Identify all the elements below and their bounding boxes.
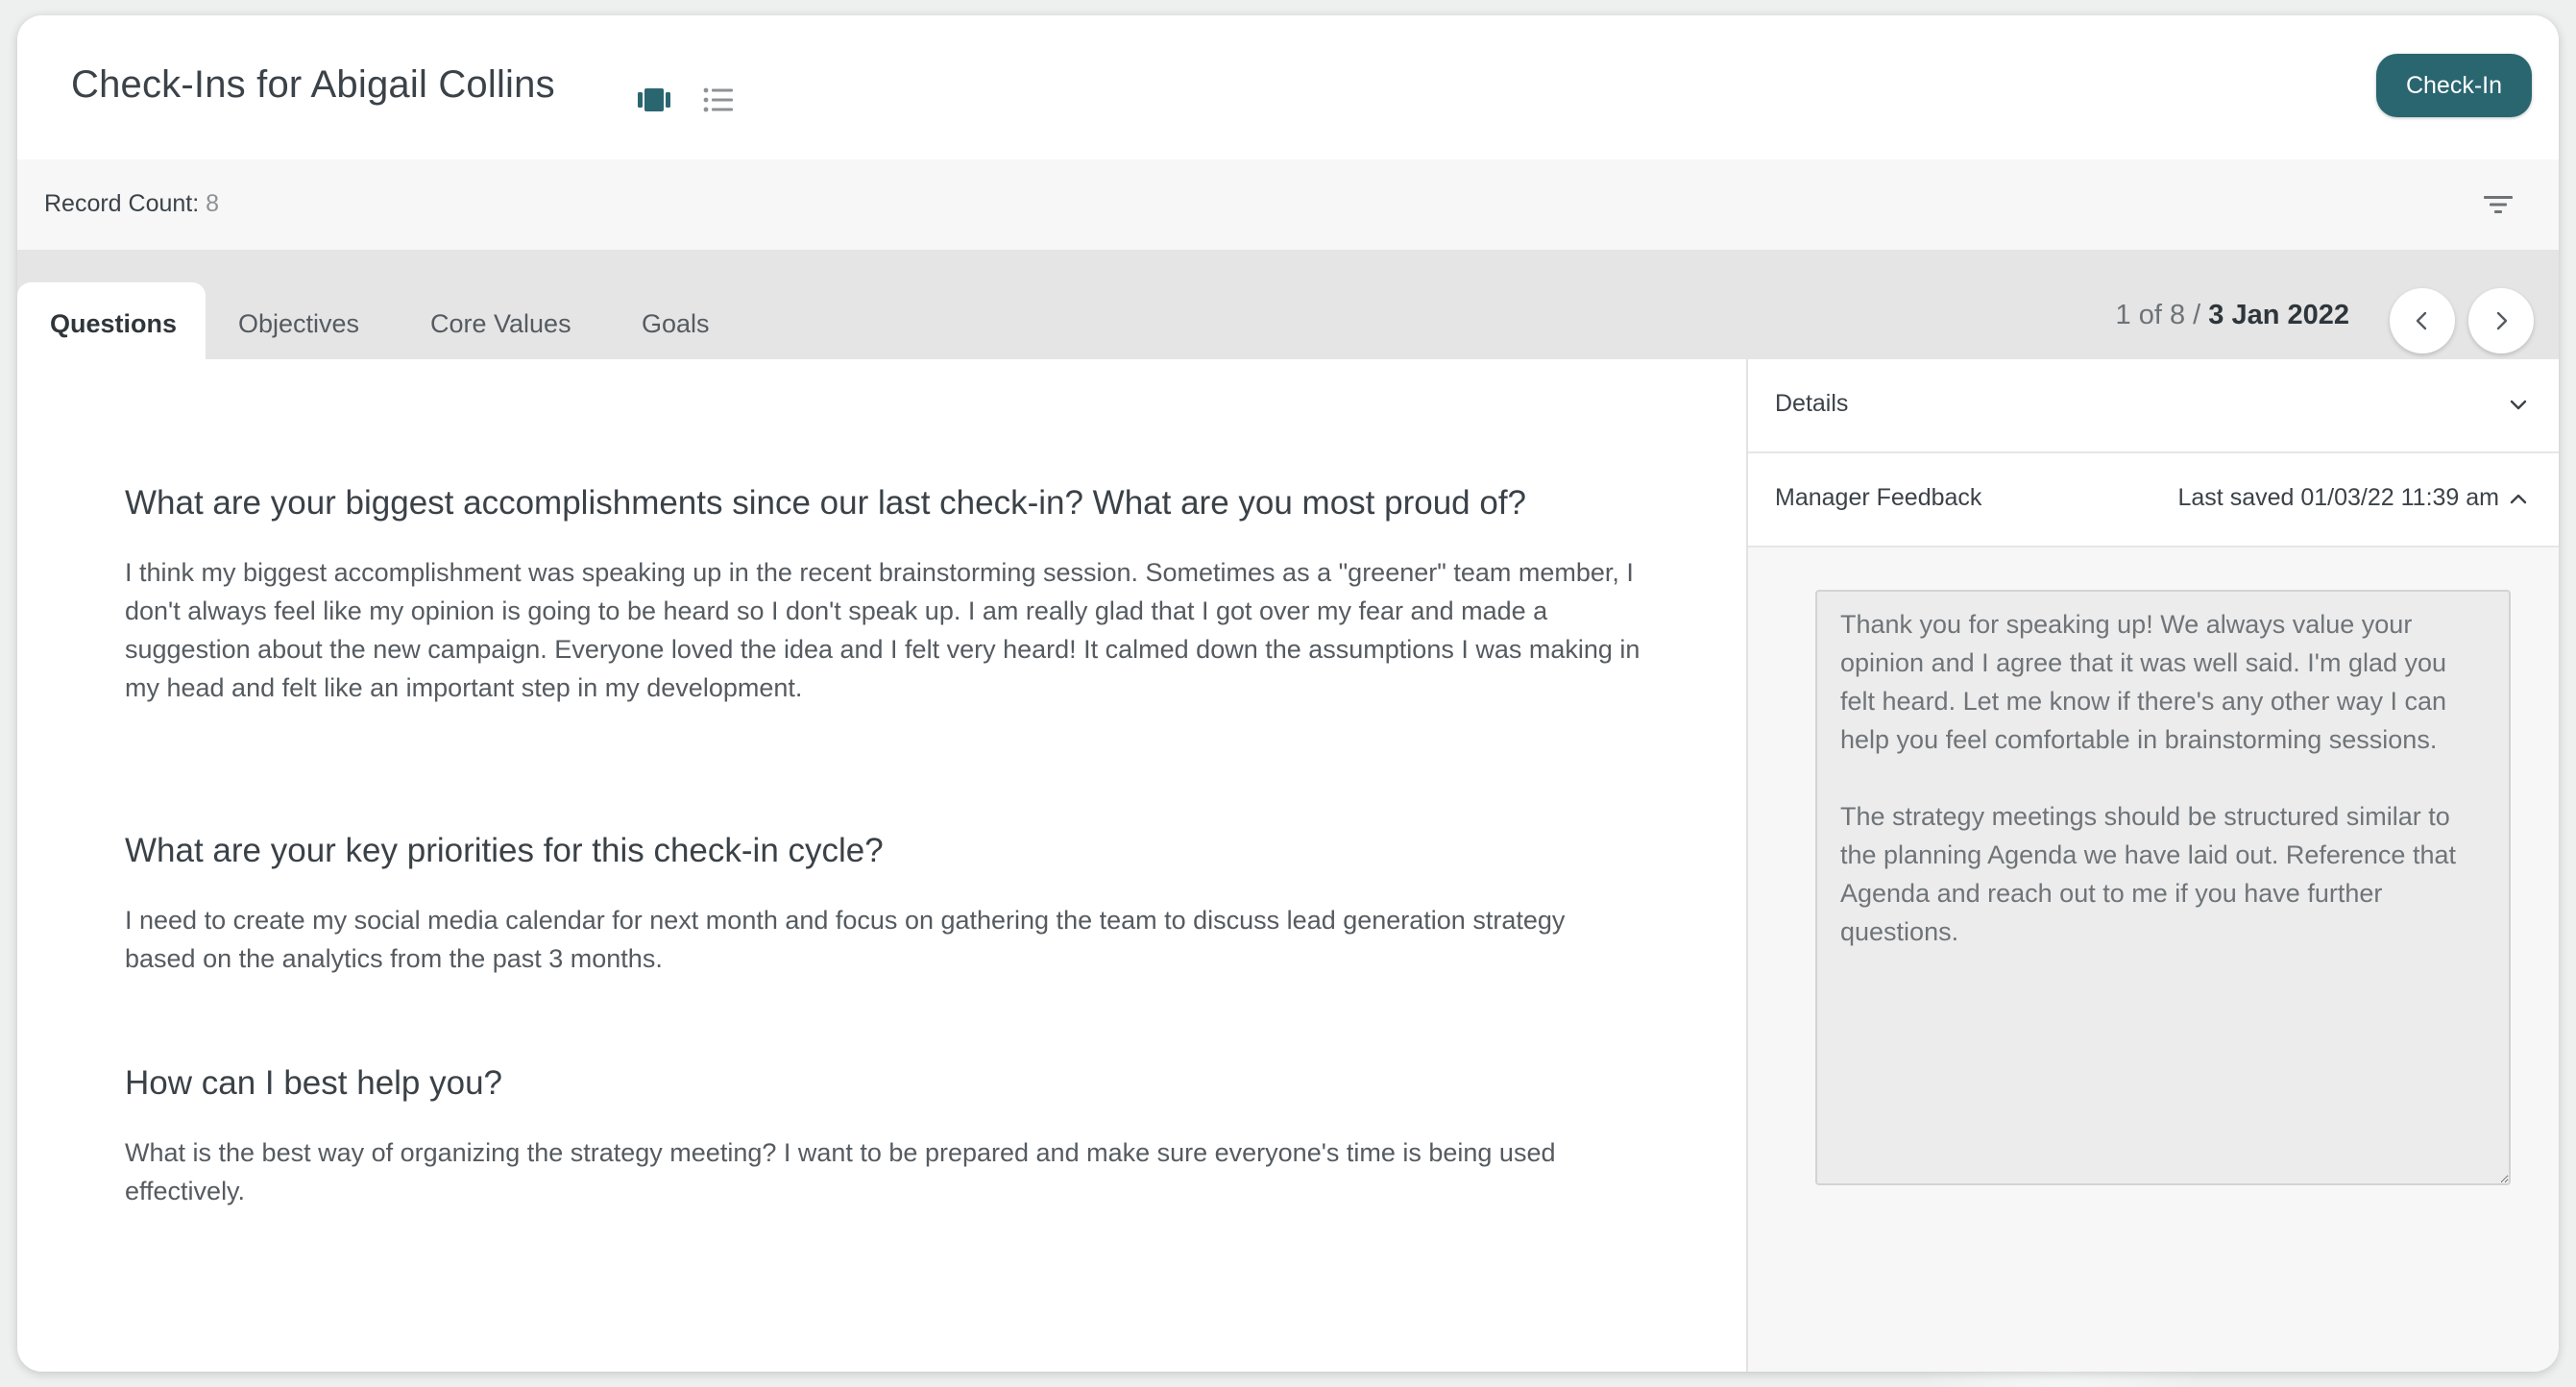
record-pager: 1 of 8 / 3 Jan 2022 [2116,300,2349,331]
list-view-icon[interactable] [701,85,736,115]
side-panel: Details Manager Feedback Last saved 01/0… [1746,359,2559,1372]
question-title: What are your biggest accomplishments si… [125,484,1527,522]
question-block: What are your biggest accomplishments si… [125,482,1642,707]
tab-objectives[interactable]: Objectives [238,309,359,339]
pager-position: 1 of 8 [2115,300,2186,330]
record-count-value: 8 [206,190,220,217]
details-label: Details [1775,390,1849,417]
next-record-button[interactable] [2468,288,2534,353]
chevron-up-icon[interactable] [2507,488,2530,511]
record-bar: Record Count: 8 [17,159,2559,250]
chevron-down-icon[interactable] [2507,394,2530,417]
question-answer: I think my biggest accomplishment was sp… [125,558,1640,702]
checkins-card: Check-Ins for Abigail Collins Check-In R… [17,15,2559,1372]
previous-record-button[interactable] [2390,288,2455,353]
record-count: Record Count: 8 [44,190,219,218]
question-answer: What is the best way of organizing the s… [125,1138,1556,1205]
chevron-left-icon [2416,311,2427,330]
question-answer: I need to create my social media calenda… [125,906,1566,973]
chevron-right-icon [2496,311,2508,330]
check-in-button[interactable]: Check-In [2376,54,2532,117]
page-title: Check-Ins for Abigail Collins [71,63,555,106]
page-header: Check-Ins for Abigail Collins Check-In [17,15,2559,159]
manager-feedback-textarea[interactable]: Thank you for speaking up! We always val… [1815,590,2511,1185]
filter-icon[interactable] [2482,190,2515,219]
manager-feedback-section-header[interactable]: Manager Feedback Last saved 01/03/22 11:… [1748,453,2559,548]
tab-goals[interactable]: Goals [642,309,710,339]
tab-core-values[interactable]: Core Values [430,309,571,339]
question-block: How can I best help you? What is the bes… [125,1062,1642,1210]
tab-questions[interactable]: Questions [17,282,206,359]
tab-bar: Questions Objectives Core Values Goals 1… [17,250,2559,359]
carousel-view-icon[interactable] [637,85,671,115]
question-title: How can I best help you? [125,1064,503,1102]
pager-separator: / [2193,300,2201,330]
last-saved-status: Last saved 01/03/22 11:39 am [2177,484,2500,511]
question-title: What are your key priorities for this ch… [125,832,884,869]
record-count-label: Record Count: [44,190,200,217]
details-section-header[interactable]: Details [1748,359,2559,453]
question-block: What are your key priorities for this ch… [125,830,1642,978]
pager-date: 3 Jan 2022 [2208,300,2349,330]
manager-feedback-label: Manager Feedback [1775,484,1982,511]
tab-questions-label: Questions [50,309,178,338]
questions-panel: What are your biggest accomplishments si… [17,359,1746,1372]
